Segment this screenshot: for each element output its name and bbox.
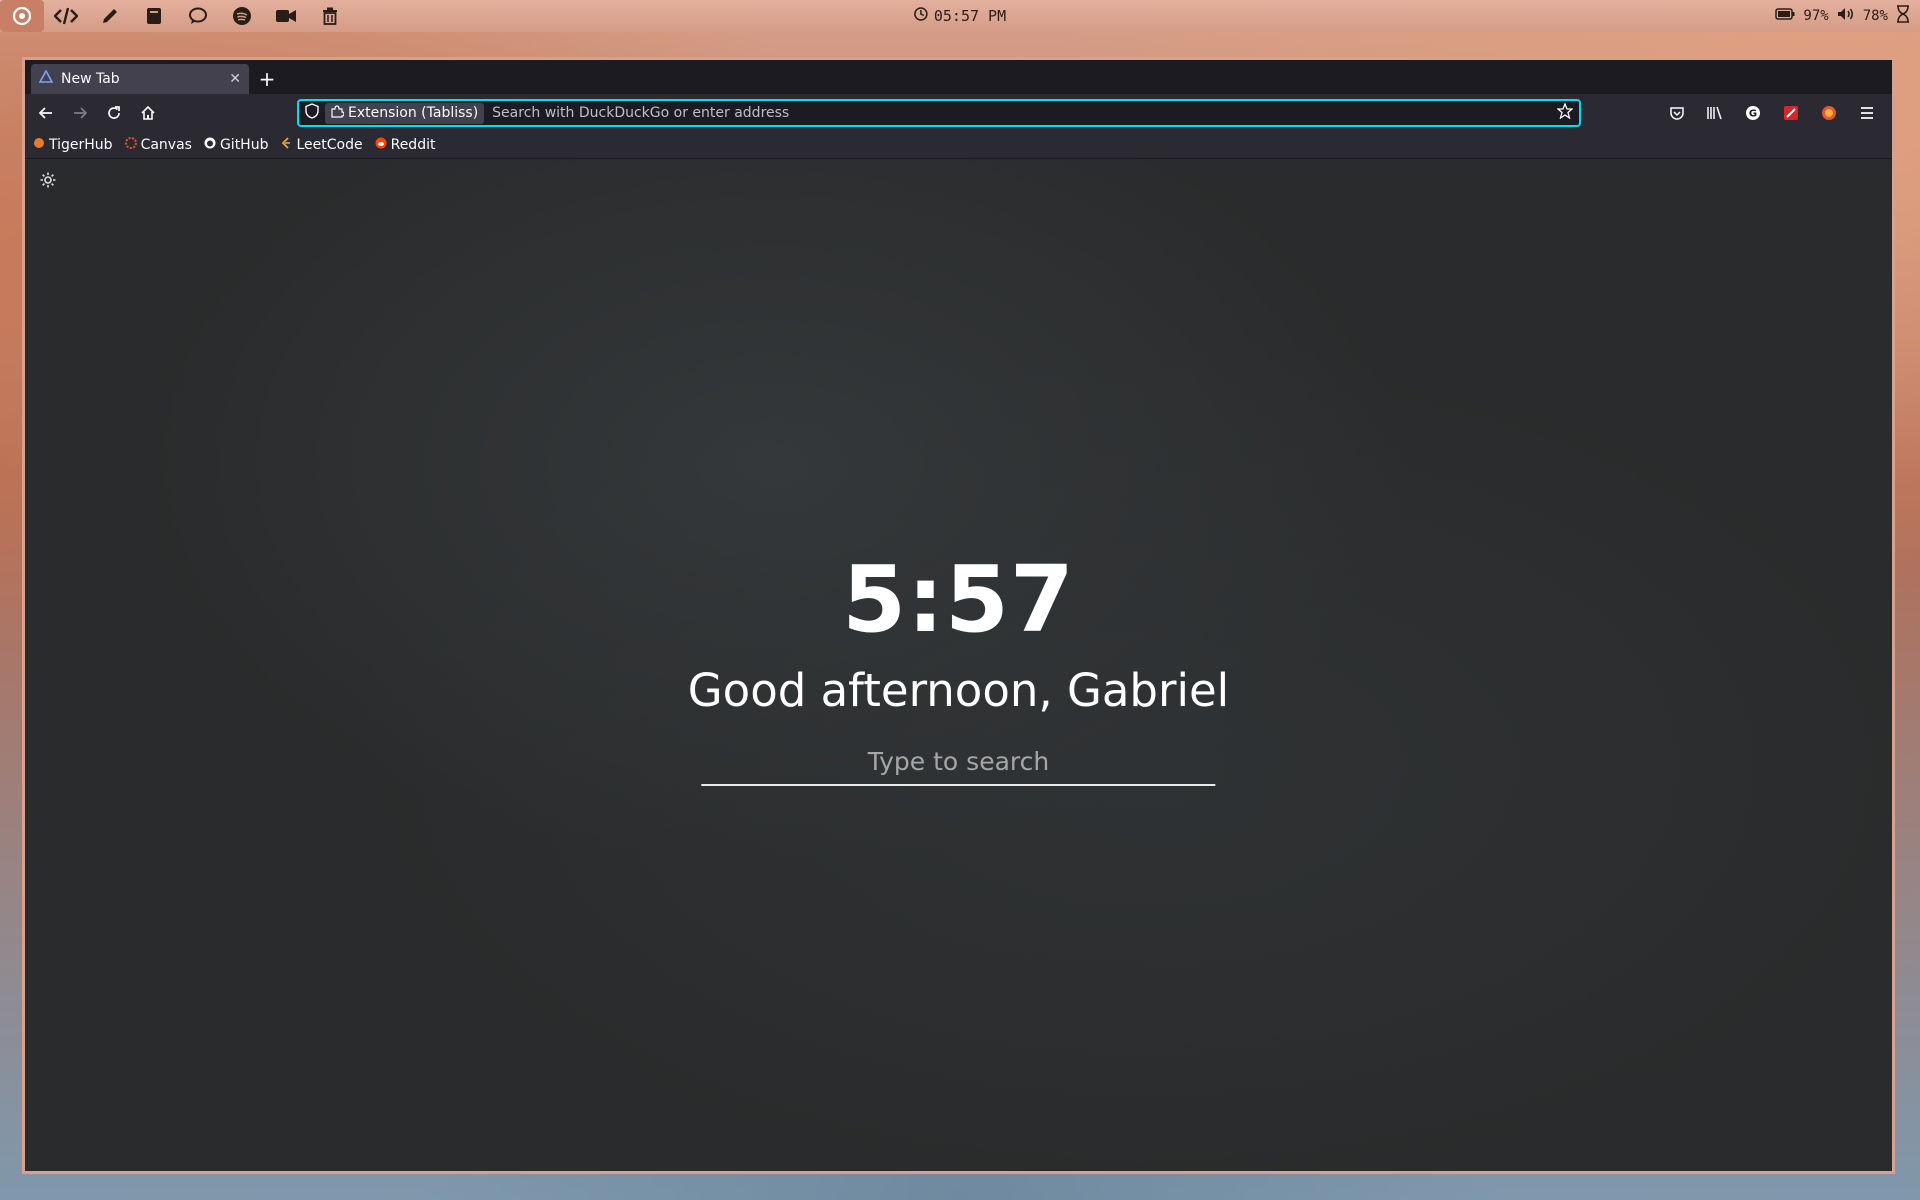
volume-percent: 78% [1862,8,1888,24]
pocket-icon [1670,107,1684,120]
app-launcher-icon[interactable] [0,0,44,32]
hourglass-icon[interactable] [1896,5,1910,27]
reload-button[interactable] [99,98,129,128]
bookmark-tigerhub[interactable]: TigerHub [33,137,113,153]
new-tab-button[interactable]: + [249,64,285,94]
toolbar-right: G [1662,98,1886,128]
clock-icon [914,7,928,25]
tabliss-icon [38,69,54,88]
bookmark-label: Reddit [390,137,436,153]
battery-percent: 97% [1803,8,1829,24]
forward-button[interactable] [65,98,95,128]
navigation-toolbar: Extension (Tabliss) G [25,94,1892,132]
trash-icon[interactable] [308,0,352,32]
shield-icon[interactable] [305,103,319,123]
bookmark-reddit[interactable]: Reddit [375,137,436,153]
bookmark-star-icon[interactable] [1556,102,1574,123]
close-tab-icon[interactable]: ✕ [229,71,241,87]
github-favicon-icon [204,137,216,153]
home-button[interactable] [133,98,163,128]
system-clock[interactable]: 05:57 PM [914,7,1006,25]
browser-window: New Tab ✕ + Extension (Tabliss) Search w… [22,57,1895,1174]
tab-new-tab[interactable]: New Tab ✕ [31,64,249,94]
status-area: 97% 78% [1775,0,1910,32]
code-icon[interactable] [44,0,88,32]
clock-text: 05:57 PM [933,7,1007,25]
duckduckgo-icon [1822,106,1836,120]
back-arrow-icon [38,107,52,119]
video-icon[interactable] [264,0,308,32]
library-button[interactable] [1700,98,1730,128]
greeting-widget: Good afternoon, Gabriel [687,664,1230,717]
settings-gear-icon[interactable] [39,171,57,193]
bookmark-github[interactable]: GitHub [204,137,269,153]
time-widget: 5:57 [842,546,1075,653]
url-bar[interactable]: Extension (Tabliss) [297,99,1581,127]
identity-label: Extension (Tabliss) [348,105,479,121]
grammarly-extension-button[interactable]: G [1738,98,1768,128]
tigerhub-favicon-icon [33,137,45,153]
launcher-dock [0,0,352,32]
bookmark-label: LeetCode [296,137,363,153]
canvas-favicon-icon [124,137,137,153]
menu-button[interactable] [1852,98,1882,128]
leetcode-favicon-icon [280,137,292,153]
system-top-bar: 05:57 PM 97% 78% [0,0,1920,32]
identity-box[interactable]: Extension (Tabliss) [325,102,485,124]
bookmark-label: Canvas [140,137,192,153]
grammarly-icon: G [1746,106,1760,120]
back-button[interactable] [31,98,61,128]
reload-icon [108,106,120,119]
bookmark-label: GitHub [219,137,269,153]
tab-bar: New Tab ✕ + [25,60,1892,94]
duckduckgo-extension-button[interactable] [1814,98,1844,128]
address-input[interactable] [490,104,1551,122]
bookmark-leetcode[interactable]: LeetCode [280,137,363,153]
lastpass-extension-button[interactable] [1776,98,1806,128]
notebook-icon[interactable] [132,0,176,32]
tabliss-new-tab-page: 5:57 Good afternoon, Gabriel [25,159,1892,1171]
library-icon [1707,106,1722,120]
tab-title: New Tab [61,71,120,87]
bookmark-canvas[interactable]: Canvas [124,137,192,153]
volume-icon[interactable] [1837,7,1855,25]
hamburger-menu-icon [1861,107,1873,119]
puzzle-icon [331,104,345,122]
spotify-icon[interactable] [220,0,264,32]
pocket-button[interactable] [1662,98,1692,128]
center-widgets: 5:57 Good afternoon, Gabriel [688,554,1229,786]
bookmark-label: TigerHub [49,137,113,153]
pencil-icon[interactable] [88,0,132,32]
reddit-favicon-icon [375,137,387,153]
red-extension-icon [1784,106,1798,120]
search-widget-input[interactable] [701,743,1216,786]
svg-text:G: G [1749,109,1757,120]
chat-icon[interactable] [176,0,220,32]
home-icon [141,105,155,120]
battery-icon[interactable] [1775,8,1795,24]
bookmarks-toolbar: TigerHub Canvas GitHub LeetCode Reddit [25,132,1892,159]
forward-arrow-icon [74,107,88,119]
